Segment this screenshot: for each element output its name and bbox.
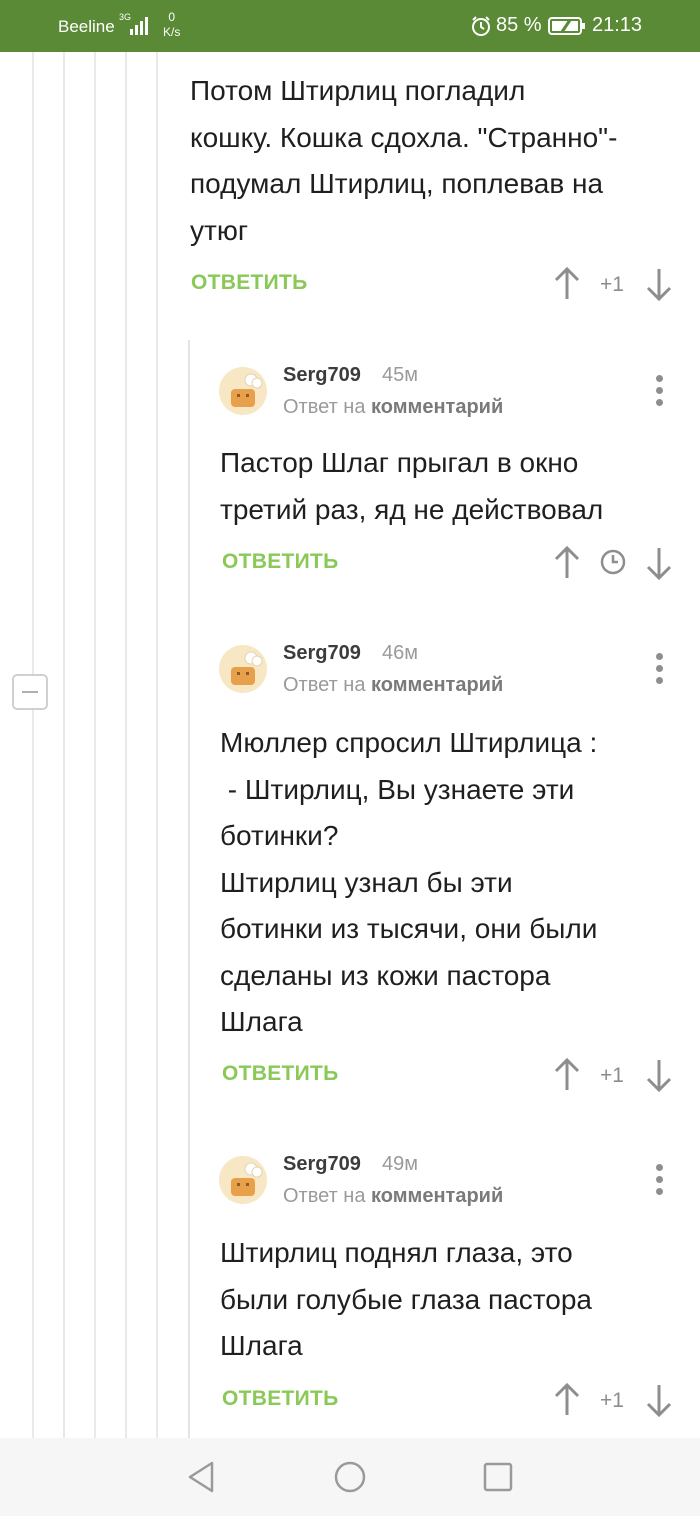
reply-to-prefix: Ответ на [283, 396, 366, 418]
home-icon[interactable] [333, 1460, 367, 1494]
thread-guide [156, 52, 158, 1438]
avatar[interactable] [219, 367, 267, 415]
more-options-icon[interactable] [654, 375, 664, 409]
thread-guide [94, 52, 96, 1438]
clock-icon [600, 549, 626, 575]
comment-text: Штирлиц поднял глаза, это были голубые г… [220, 1237, 592, 1361]
comment-text: Потом Штирлиц погладил кошку. Кошка сдох… [190, 75, 618, 246]
downvote-icon[interactable] [645, 1058, 673, 1092]
speed-unit: K/s [163, 25, 181, 39]
recents-icon[interactable] [483, 1462, 513, 1492]
clock-time: 21:13 [592, 14, 643, 36]
upvote-icon[interactable] [553, 267, 581, 301]
reply-button[interactable]: ОТВЕТИТЬ [191, 271, 308, 295]
comment-text: Пастор Шлаг прыгал в окно третий раз, яд… [220, 447, 604, 525]
upvote-icon[interactable] [553, 1058, 581, 1092]
thread-guide [63, 52, 65, 1438]
back-icon[interactable] [186, 1460, 216, 1494]
upvote-icon[interactable] [553, 1383, 581, 1417]
signal-icon [130, 17, 148, 35]
rating-score: +1 [600, 1389, 624, 1412]
more-options-icon[interactable] [654, 653, 664, 687]
cook-hat-icon [219, 1156, 267, 1204]
thread-guide [125, 52, 127, 1438]
reply-button[interactable]: ОТВЕТИТЬ [222, 1062, 339, 1086]
reply-to-line: Ответ на комментарий [283, 1185, 503, 1208]
battery-icon [548, 17, 585, 35]
upvote-icon[interactable] [553, 546, 581, 580]
reply-to-line: Ответ на комментарий [283, 396, 503, 419]
comment-time: 49м [382, 1153, 418, 1175]
downvote-icon[interactable] [645, 546, 673, 580]
carrier-name: Beeline [58, 17, 115, 36]
network-speed: 0 K/s [163, 10, 180, 40]
reply-button[interactable]: ОТВЕТИТЬ [222, 1387, 339, 1411]
navigation-bar [0, 1438, 700, 1516]
downvote-icon[interactable] [645, 267, 673, 301]
reply-to-link[interactable]: комментарий [371, 1185, 503, 1207]
reply-to-line: Ответ на комментарий [283, 674, 503, 697]
comment-time: 45м [382, 364, 418, 386]
status-bar: Beeline 3G 0 K/s 85 % 21:13 [0, 0, 700, 52]
reply-to-link[interactable]: комментарий [371, 674, 503, 696]
avatar[interactable] [219, 645, 267, 693]
cook-hat-icon [219, 367, 267, 415]
speed-value: 0 [168, 10, 176, 24]
more-options-icon[interactable] [654, 1164, 664, 1198]
comment-time: 46м [382, 642, 418, 664]
alarm-icon [472, 16, 490, 36]
comment-author[interactable]: Serg709 [283, 1153, 361, 1176]
thread-guide [32, 52, 34, 1438]
rating-score: +1 [600, 273, 624, 296]
avatar[interactable] [219, 1156, 267, 1204]
downvote-icon[interactable] [645, 1383, 673, 1417]
cook-hat-icon [219, 645, 267, 693]
reply-to-prefix: Ответ на [283, 674, 366, 696]
comment-author[interactable]: Serg709 [283, 364, 361, 387]
reply-button[interactable]: ОТВЕТИТЬ [222, 550, 339, 574]
rating-score: +1 [600, 1064, 624, 1087]
reply-to-prefix: Ответ на [283, 1185, 366, 1207]
battery-percent: 85 % [496, 14, 542, 36]
reply-thread-line [188, 340, 190, 1438]
collapse-thread-button[interactable] [12, 674, 48, 710]
comment-author[interactable]: Serg709 [283, 642, 361, 665]
reply-to-link[interactable]: комментарий [371, 396, 503, 418]
comment-text: Мюллер спросил Штирлица : - Штирлиц, Вы … [220, 727, 598, 1037]
